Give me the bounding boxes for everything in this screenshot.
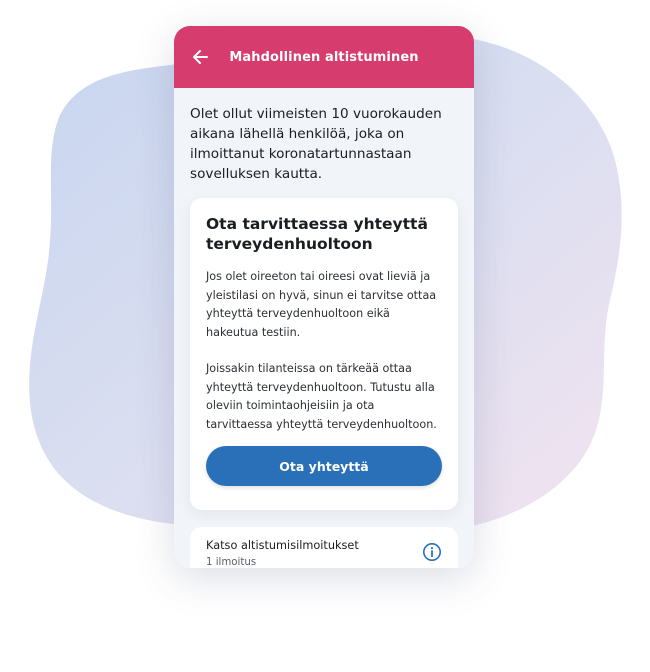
arrow-left-icon (193, 50, 208, 64)
back-button[interactable] (188, 45, 212, 69)
contact-button[interactable]: Ota yhteyttä (206, 446, 442, 486)
exposure-count: 1 ilmoitus (206, 557, 257, 568)
card-body: Jos olet oireeton tai oireesi ovat lievi… (206, 268, 442, 434)
exposure-notifications-item[interactable]: Katso altistumisilmoitukset 1 ilmoitus (190, 527, 458, 568)
page-title: Mahdollinen altistuminen (229, 49, 419, 65)
contact-healthcare-card: Ota tarvittaessa yhteyttä terveydenhuolt… (190, 198, 458, 510)
info-icon[interactable] (422, 542, 442, 562)
card-paragraph-2: Joissakin tilanteissa on tärkeää ottaa y… (206, 362, 437, 431)
app-header: Mahdollinen altistuminen (174, 26, 474, 88)
exposure-notifications-title: Katso altistumisilmoitukset (206, 539, 359, 552)
phone-screen: Mahdollinen altistuminen Olet ollut viim… (174, 26, 474, 568)
exposure-intro-text: Olet ollut viimeisten 10 vuorokauden aik… (190, 106, 442, 182)
card-paragraph-1: Jos olet oireeton tai oireesi ovat lievi… (206, 270, 437, 339)
card-title: Ota tarvittaessa yhteyttä terveydenhuolt… (206, 215, 428, 253)
